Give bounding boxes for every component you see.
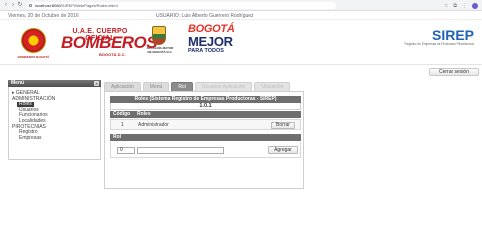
alcaldia-shield-logo xyxy=(152,26,166,45)
menu-tree: ▸ GENERAL ADMINISTRACIÓN Roles Usuarios … xyxy=(12,90,55,142)
rol-form-header: Rol xyxy=(110,134,301,141)
table-row: 1 Administrador Borrar xyxy=(110,119,301,130)
reload-icon[interactable]: ↻ xyxy=(17,2,23,9)
star-icon[interactable]: ☆ xyxy=(444,3,448,9)
roles-table-title: Roles (Sistema Registro de Empresas Prod… xyxy=(110,96,301,103)
tab-aplicacion[interactable]: Aplicación xyxy=(104,82,141,91)
header-divider xyxy=(0,64,482,65)
roles-table-header: Código Roles xyxy=(110,111,301,118)
back-icon[interactable]: ‹ xyxy=(3,2,9,9)
bogota-mejor-logo: BOGOTÁ MEJOR PARA TODOS xyxy=(188,24,248,55)
current-user: USUARIO: Luis Alberto Guerrero Rodríguez xyxy=(156,13,254,19)
address-bar[interactable]: localhost:8080/SIREP/Web/Pages/Roles.xht… xyxy=(26,2,336,9)
lock-icon xyxy=(29,4,32,7)
url-path: /SIREP/Web/Pages/Roles.xhtml xyxy=(60,3,118,8)
add-role-button[interactable]: Agregar xyxy=(268,146,298,154)
tab-bar: Aplicación Menú Rol Usuarios Aplicación … xyxy=(104,82,291,91)
row-code: 1 xyxy=(121,122,124,128)
tab-ubicacion[interactable]: Ubicación xyxy=(254,82,291,91)
sidebar-title: Menú xyxy=(11,80,25,86)
column-header-codigo: Código xyxy=(113,111,131,117)
menu-item-empresas[interactable]: Empresas xyxy=(12,135,55,142)
profile-icon[interactable] xyxy=(472,2,478,9)
column-header-roles: Roles xyxy=(137,111,151,117)
bomberos-logo: U.A.E. CUERPO OFICIAL BOMBEROS BOGOTÁ D.… xyxy=(61,28,158,58)
alcaldia-text: ALCALDÍA MAYOR DE BOGOTÁ D.C. xyxy=(146,46,174,54)
url-host: localhost:8080 xyxy=(35,3,61,8)
role-code-input[interactable]: 0 xyxy=(117,147,135,154)
logout-button[interactable]: Cerrar sesión xyxy=(429,68,479,76)
forward-icon[interactable]: › xyxy=(10,2,16,9)
sirep-brand: SIREP Registro de Empresas de Productos … xyxy=(404,28,474,46)
sirep-subtitle: Registro de Empresas de Productos Piroté… xyxy=(404,42,474,46)
close-icon[interactable]: × xyxy=(94,81,99,86)
sidebar-menu: ▸ GENERAL ADMINISTRACIÓN Roles Usuarios … xyxy=(8,87,101,160)
bomberos-line3: BOGOTÁ D.C. xyxy=(99,52,126,57)
menu-icon[interactable]: ⋮ xyxy=(462,3,467,9)
bomberos-seal-logo xyxy=(21,28,46,53)
browser-actions: ☆ ⧉ ⋮ xyxy=(444,2,478,9)
site-header: BOMBEROS BOGOTÁ U.A.E. CUERPO OFICIAL BO… xyxy=(0,20,482,66)
current-date: Viernes, 20 de Octubre de 2016 xyxy=(8,13,79,19)
bogota-line3: PARA TODOS xyxy=(188,48,224,54)
sidebar-header: Menú × xyxy=(8,80,101,87)
browser-toolbar: ‹ › ↻ localhost:8080/SIREP/Web/Pages/Rol… xyxy=(0,0,482,11)
bomberos-line2: BOMBEROS xyxy=(61,33,158,52)
seal-caption: BOMBEROS BOGOTÁ xyxy=(17,55,50,59)
roles-table-version: 1.0.1 xyxy=(110,103,301,110)
rol-form: 0 Agregar xyxy=(110,142,301,158)
sirep-title: SIREP xyxy=(431,27,474,43)
row-role-name: Administrador xyxy=(138,122,169,128)
delete-button[interactable]: Borrar xyxy=(271,122,295,129)
extension-icon[interactable]: ⧉ xyxy=(453,3,457,9)
tab-menu[interactable]: Menú xyxy=(142,82,170,91)
info-bar: Viernes, 20 de Octubre de 2016 USUARIO: … xyxy=(0,12,482,20)
tab-rol[interactable]: Rol xyxy=(171,82,193,91)
role-name-input[interactable] xyxy=(137,147,224,154)
tab-usuarios-aplicacion[interactable]: Usuarios Aplicación xyxy=(194,82,253,91)
bogota-line2: MEJOR xyxy=(188,34,233,49)
